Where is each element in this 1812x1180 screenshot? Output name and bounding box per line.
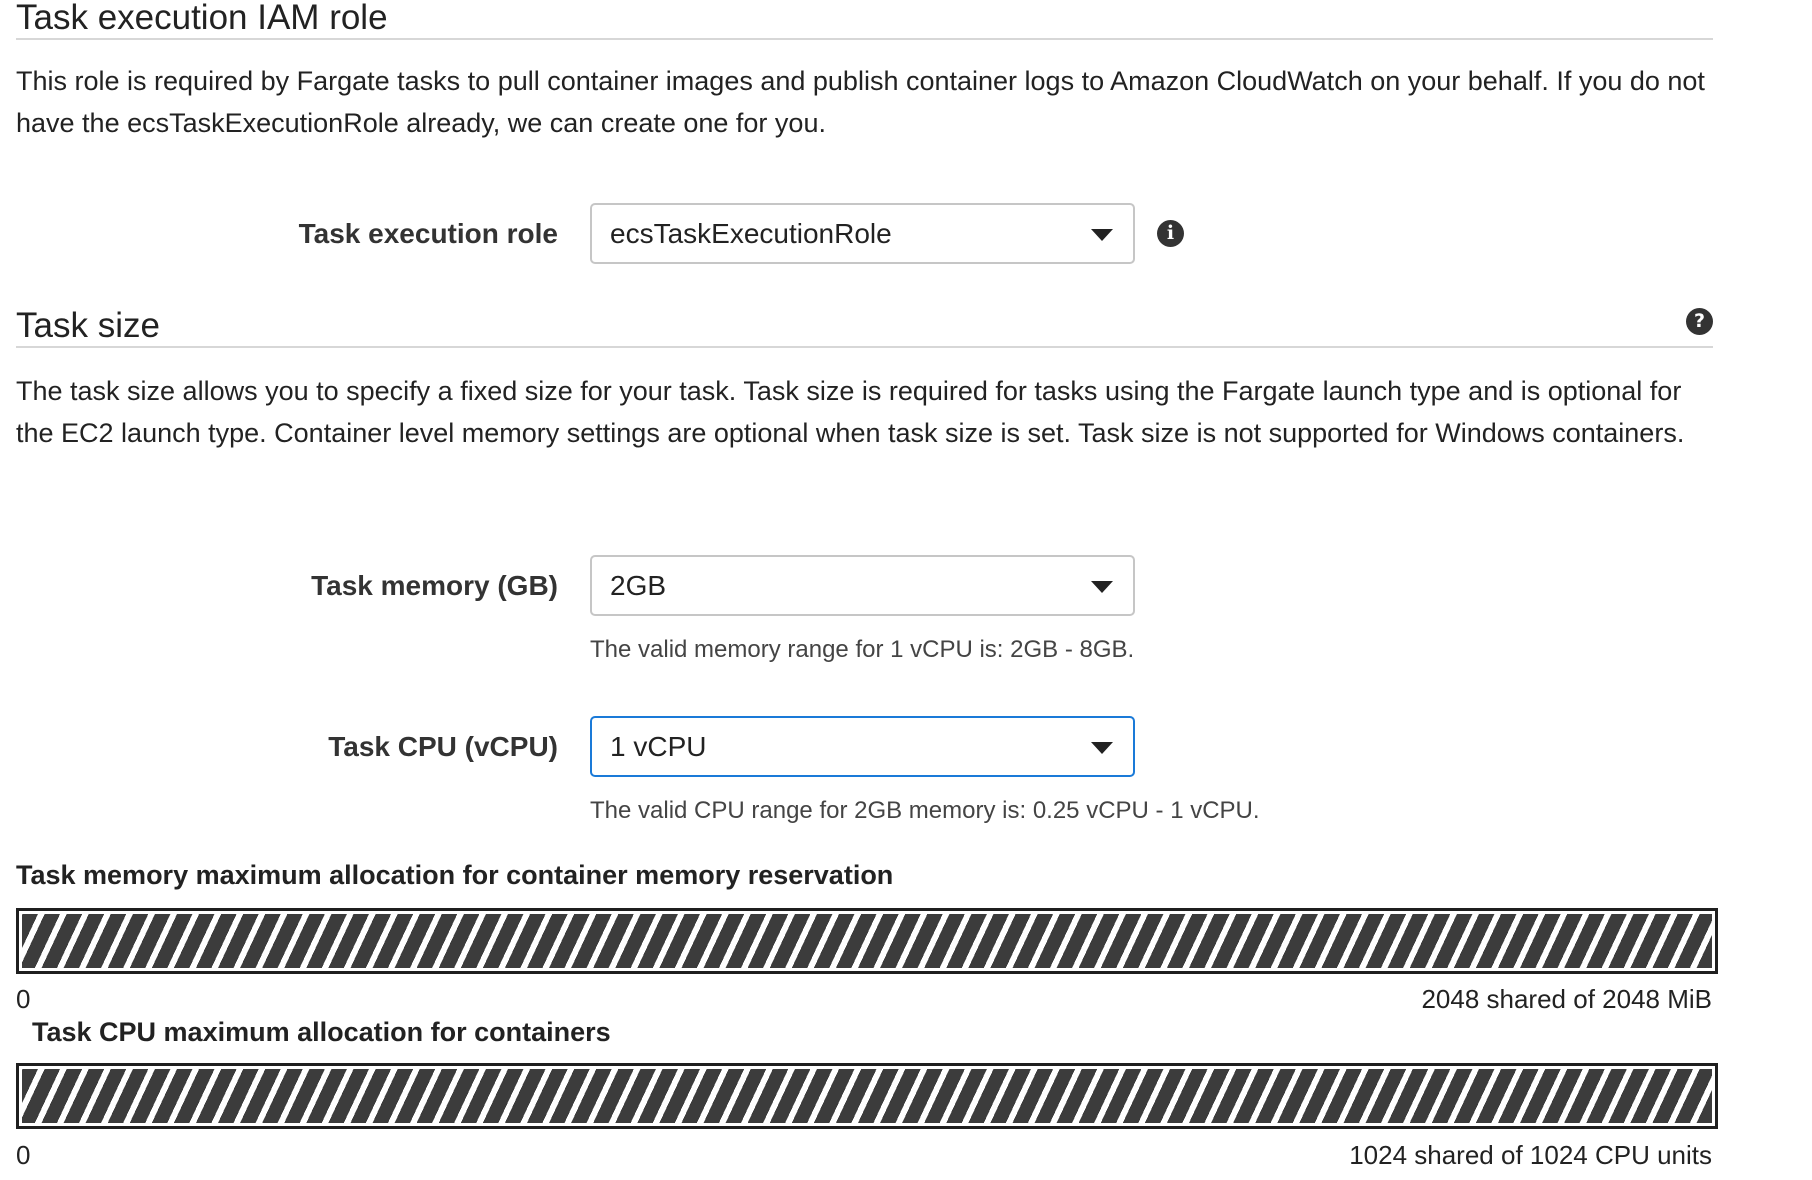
task-memory-select[interactable]: 2GB (590, 555, 1135, 616)
chevron-down-icon (1091, 229, 1113, 241)
task-cpu-hint: The valid CPU range for 2GB memory is: 0… (590, 797, 1260, 824)
task-memory-hint: The valid memory range for 1 vCPU is: 2G… (590, 636, 1135, 663)
cpu-allocation-min-label: 0 (16, 1140, 31, 1170)
task-execution-role-select[interactable]: ecsTaskExecutionRole (590, 203, 1135, 264)
task-execution-role-label: Task execution role (298, 218, 558, 249)
task-size-description: The task size allows you to specify a fi… (16, 376, 1685, 448)
task-memory-label: Task memory (GB) (311, 570, 558, 601)
chevron-down-icon (1091, 581, 1113, 593)
info-icon[interactable]: i (1157, 220, 1184, 247)
memory-allocation-max-label: 2048 shared of 2048 MiB (1421, 984, 1712, 1014)
memory-allocation-fill (22, 914, 1712, 968)
task-execution-role-value: ecsTaskExecutionRole (610, 218, 892, 249)
task-size-heading: Task size (16, 308, 1713, 348)
memory-allocation-title: Task memory maximum allocation for conta… (16, 860, 894, 890)
task-cpu-select[interactable]: 1 vCPU (590, 716, 1135, 777)
task-execution-role-description: This role is required by Fargate tasks t… (16, 66, 1705, 138)
cpu-allocation-bar (16, 1063, 1718, 1129)
task-memory-value: 2GB (610, 570, 667, 601)
cpu-allocation-fill (22, 1069, 1712, 1123)
task-execution-iam-role-heading: Task execution IAM role (16, 0, 1713, 40)
cpu-allocation-title: Task CPU maximum allocation for containe… (32, 1017, 611, 1047)
cpu-allocation-max-label: 1024 shared of 1024 CPU units (1349, 1140, 1712, 1170)
task-cpu-label: Task CPU (vCPU) (328, 731, 558, 762)
memory-allocation-min-label: 0 (16, 984, 31, 1014)
task-cpu-value: 1 vCPU (610, 731, 707, 762)
help-icon[interactable]: ? (1686, 308, 1713, 335)
memory-allocation-bar (16, 908, 1718, 974)
chevron-down-icon (1091, 742, 1113, 754)
